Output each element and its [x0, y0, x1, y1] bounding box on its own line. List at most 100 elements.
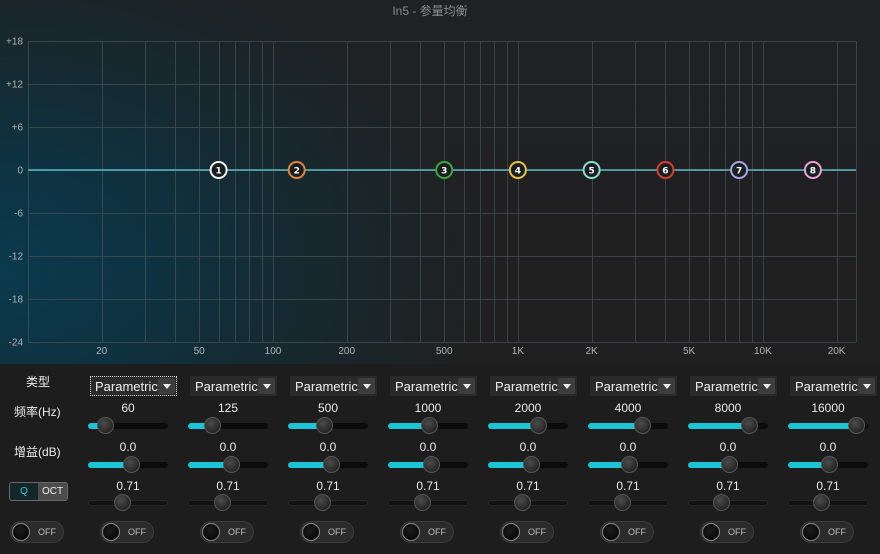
slider-handle[interactable] [721, 456, 739, 473]
filter-type-dropdown[interactable]: Parametric [590, 376, 677, 396]
band-bypass-switch[interactable]: OFF [300, 521, 354, 543]
switch-knob[interactable] [802, 523, 820, 541]
chevron-down-icon [163, 384, 171, 389]
dropdown-arrow-button[interactable] [758, 378, 775, 394]
switch-knob[interactable] [702, 523, 720, 541]
filter-type-value: Parametric [795, 379, 858, 394]
gain-slider[interactable] [88, 456, 168, 474]
oct-mode-button[interactable]: OCT [38, 483, 67, 500]
switch-knob[interactable] [602, 523, 620, 541]
slider-handle[interactable] [522, 456, 540, 473]
switch-knob[interactable] [12, 523, 30, 541]
frequency-slider[interactable] [488, 417, 568, 435]
gain-slider[interactable] [588, 456, 668, 474]
band-bypass-switch[interactable]: OFF [100, 521, 154, 543]
frequency-slider[interactable] [688, 417, 768, 435]
slider-handle[interactable] [422, 456, 440, 473]
q-slider[interactable] [188, 494, 268, 512]
dropdown-arrow-button[interactable] [658, 378, 675, 394]
switch-knob[interactable] [402, 523, 420, 541]
chevron-down-icon [863, 384, 871, 389]
slider-handle[interactable] [222, 456, 240, 473]
frequency-slider[interactable] [788, 417, 868, 435]
slider-handle[interactable] [316, 417, 334, 434]
slider-fill [788, 423, 857, 429]
band-column-3: Parametric 500 0.0 0.71 OFF [288, 0, 380, 554]
band-bypass-switch[interactable]: OFF [500, 521, 554, 543]
q-slider[interactable] [488, 494, 568, 512]
q-slider[interactable] [788, 494, 868, 512]
slider-handle[interactable] [847, 417, 865, 434]
gain-value: 0.0 [219, 440, 237, 454]
filter-type-value: Parametric [95, 379, 158, 394]
q-oct-toggle[interactable]: Q OCT [9, 482, 68, 501]
gain-slider[interactable] [688, 456, 768, 474]
slider-handle[interactable] [203, 417, 221, 434]
slider-handle[interactable] [813, 494, 831, 511]
chevron-down-icon [463, 384, 471, 389]
filter-type-value: Parametric [295, 379, 358, 394]
gain-slider[interactable] [288, 456, 368, 474]
slider-handle[interactable] [113, 494, 131, 511]
frequency-slider[interactable] [588, 417, 668, 435]
gain-slider[interactable] [388, 456, 468, 474]
band-bypass-switch[interactable]: OFF [800, 521, 854, 543]
filter-type-dropdown[interactable]: Parametric [790, 376, 877, 396]
band-bypass-switch[interactable]: OFF [700, 521, 754, 543]
filter-type-dropdown[interactable]: Parametric [390, 376, 477, 396]
dropdown-arrow-button[interactable] [158, 378, 175, 394]
y-tick-label: 0 [17, 166, 23, 177]
filter-type-dropdown[interactable]: Parametric [90, 376, 177, 396]
gain-slider[interactable] [188, 456, 268, 474]
slider-handle[interactable] [421, 417, 439, 434]
slider-handle[interactable] [96, 417, 114, 434]
dropdown-arrow-button[interactable] [858, 378, 875, 394]
q-slider[interactable] [88, 494, 168, 512]
band-bypass-switch[interactable]: OFF [600, 521, 654, 543]
q-slider[interactable] [588, 494, 668, 512]
slider-handle[interactable] [122, 456, 140, 473]
band-column-7: Parametric 8000 0.0 0.71 OFF [688, 0, 780, 554]
frequency-slider[interactable] [288, 417, 368, 435]
q-slider[interactable] [688, 494, 768, 512]
q-slider[interactable] [288, 494, 368, 512]
slider-handle[interactable] [213, 494, 231, 511]
slider-handle[interactable] [713, 494, 731, 511]
y-tick-label: +18 [6, 37, 23, 48]
slider-handle[interactable] [634, 417, 652, 434]
band-bypass-switch[interactable]: OFF [400, 521, 454, 543]
slider-handle[interactable] [621, 456, 639, 473]
switch-knob[interactable] [502, 523, 520, 541]
frequency-slider[interactable] [388, 417, 468, 435]
slider-handle[interactable] [613, 494, 631, 511]
dropdown-arrow-button[interactable] [358, 378, 375, 394]
slider-handle[interactable] [413, 494, 431, 511]
switch-knob[interactable] [302, 523, 320, 541]
q-mode-button[interactable]: Q [10, 483, 38, 500]
frequency-slider[interactable] [188, 417, 268, 435]
filter-type-dropdown[interactable]: Parametric [190, 376, 277, 396]
frequency-slider[interactable] [88, 417, 168, 435]
filter-type-dropdown[interactable]: Parametric [690, 376, 777, 396]
gain-slider[interactable] [488, 456, 568, 474]
q-value: 0.71 [516, 479, 540, 493]
q-slider[interactable] [388, 494, 468, 512]
gain-value: 0.0 [119, 440, 137, 454]
slider-handle[interactable] [820, 456, 838, 473]
dropdown-arrow-button[interactable] [258, 378, 275, 394]
slider-handle[interactable] [513, 494, 531, 511]
master-bypass-switch[interactable]: OFF [10, 521, 64, 543]
switch-knob[interactable] [202, 523, 220, 541]
filter-type-dropdown[interactable]: Parametric [490, 376, 577, 396]
switch-knob[interactable] [102, 523, 120, 541]
slider-handle[interactable] [740, 417, 758, 434]
band-bypass-switch[interactable]: OFF [200, 521, 254, 543]
gain-slider[interactable] [788, 456, 868, 474]
slider-handle[interactable] [322, 456, 340, 473]
slider-handle[interactable] [529, 417, 547, 434]
switch-state-label: OFF [228, 527, 246, 537]
dropdown-arrow-button[interactable] [558, 378, 575, 394]
dropdown-arrow-button[interactable] [458, 378, 475, 394]
slider-handle[interactable] [313, 494, 331, 511]
filter-type-dropdown[interactable]: Parametric [290, 376, 377, 396]
